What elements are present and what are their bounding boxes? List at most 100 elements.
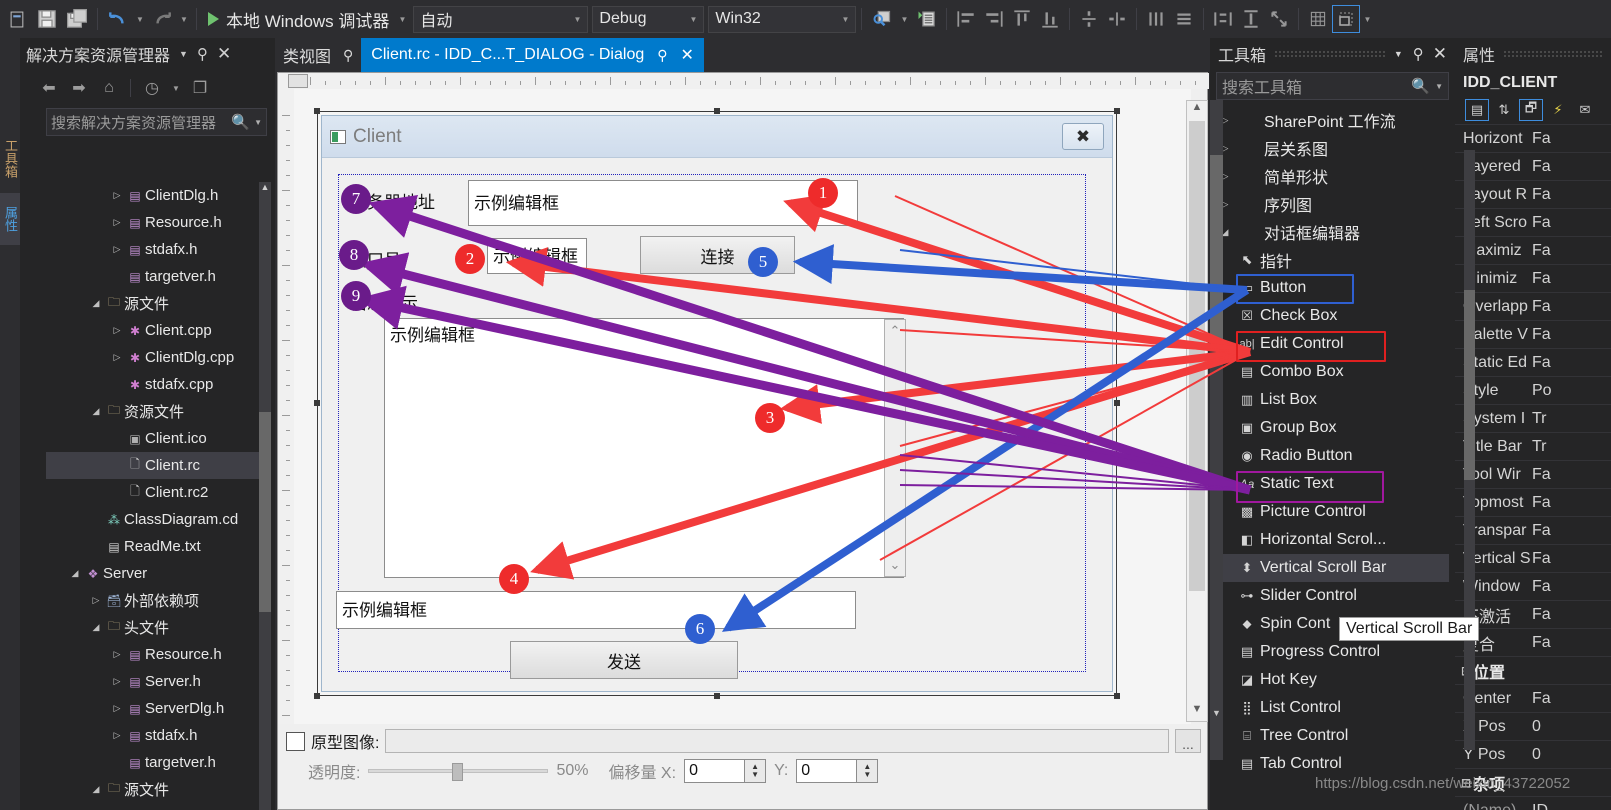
scroll-up-icon[interactable]: ▲ <box>259 182 271 198</box>
property-row[interactable]: Palette VFa <box>1455 320 1611 348</box>
toolbox-item-slider-control[interactable]: ⊶Slider Control <box>1216 582 1449 610</box>
expander-closed-icon[interactable]: ▷ <box>109 703 125 714</box>
spinner-arrows[interactable]: ▲▼ <box>856 759 878 783</box>
expander-open-icon[interactable]: ◢ <box>67 568 83 579</box>
expander-open-icon[interactable]: ◢ <box>88 784 104 795</box>
property-row[interactable]: WindowFa <box>1455 572 1611 600</box>
properties-scrollbar[interactable] <box>1464 150 1475 750</box>
send-button[interactable]: 发送 <box>510 641 738 679</box>
property-row[interactable]: Y Pos0 <box>1455 740 1611 768</box>
search-input[interactable]: 搜索解决方案资源管理器 <box>51 112 231 133</box>
solution-tree-item[interactable]: ◢🗀源文件 <box>46 290 261 317</box>
expander-closed-icon[interactable]: ▷ <box>109 730 125 741</box>
property-row[interactable]: X Pos0 <box>1455 712 1611 740</box>
spinner-arrows[interactable]: ▲▼ <box>744 759 766 783</box>
solution-tree-item[interactable]: ▷▤ServerDlg.h <box>46 695 261 722</box>
align-tops-icon[interactable] <box>1008 5 1036 33</box>
vtab-properties[interactable]: 属性 <box>0 193 20 245</box>
close-icon[interactable]: ✕ <box>217 44 231 64</box>
design-canvas[interactable]: Client ✖ 服务器地址 示例编辑框 端口号 示例编辑框 连接 信息显示 示… <box>294 89 1191 741</box>
center-horizontal-icon[interactable] <box>1075 5 1103 33</box>
find-dropdown-icon[interactable]: ▼ <box>897 5 911 33</box>
property-row[interactable]: OverlappFa <box>1455 292 1611 320</box>
property-row[interactable]: Vertical SFa <box>1455 544 1611 572</box>
solution-tree-item[interactable]: 🗋Client.rc <box>46 452 261 479</box>
property-row[interactable]: Left ScroFa <box>1455 208 1611 236</box>
property-value[interactable]: 0 <box>1532 746 1611 764</box>
spin-down-icon[interactable]: ▼ <box>751 771 759 779</box>
solution-tree-item[interactable]: ▤targetver.h <box>46 749 261 776</box>
solution-tree-item[interactable]: ▷✱Server.cpp <box>46 803 261 810</box>
start-debug-dropdown-icon[interactable]: ▼ <box>395 5 409 33</box>
solution-tree-item[interactable]: ▷▤stdafx.h <box>46 236 261 263</box>
toolbox-item-[interactable]: ▷层关系图 <box>1216 134 1449 162</box>
toolbox-item-[interactable]: ⬉指针 <box>1216 246 1449 274</box>
property-value[interactable]: Fa <box>1532 466 1611 484</box>
drag-grip[interactable] <box>1274 50 1386 58</box>
tab-client-rc-dialog[interactable]: Client.rc - IDD_C...T_DIALOG - Dialog ⚲ … <box>361 38 704 72</box>
resize-handle-n[interactable] <box>714 108 720 114</box>
tab-class-view[interactable]: 类视图 ⚲ <box>275 38 361 72</box>
editor-vertical-scrollbar[interactable]: ▲ ▼ <box>1186 100 1208 722</box>
offset-x-stepper[interactable]: 0 ▲▼ <box>684 759 766 783</box>
solution-tree-item[interactable]: ▣Client.ico <box>46 425 261 452</box>
properties-window-icon[interactable] <box>911 4 941 34</box>
slider-thumb[interactable] <box>452 763 463 781</box>
dialog-close-button[interactable]: ✖ <box>1062 123 1104 150</box>
space-across-icon[interactable] <box>1142 5 1170 33</box>
save-icon[interactable] <box>32 4 62 34</box>
solution-config-combo[interactable]: 自动 ▼ <box>413 6 588 33</box>
toolbox-item-tab-control[interactable]: ▤Tab Control <box>1216 750 1449 778</box>
property-value[interactable]: Fa <box>1532 186 1611 204</box>
property-value[interactable]: ID <box>1532 802 1611 810</box>
scrollbar-thumb[interactable] <box>1210 155 1223 340</box>
search-icon[interactable]: 🔍 <box>1411 77 1430 95</box>
make-same-width-icon[interactable] <box>1209 5 1237 33</box>
property-row[interactable]: MinimizFa <box>1455 264 1611 292</box>
solution-tree-item[interactable]: ◢🗀资源文件 <box>46 398 261 425</box>
toolbox-search[interactable]: 搜索工具箱 🔍 ▼ <box>1216 72 1449 100</box>
solution-tree-item[interactable]: ◢🗀头文件 <box>46 614 261 641</box>
toolbox-item-tree-control[interactable]: ⌸Tree Control <box>1216 722 1449 750</box>
solution-tree-item[interactable]: 🗋Client.rc2 <box>46 479 261 506</box>
property-row[interactable]: CenterFa <box>1455 684 1611 712</box>
home-icon[interactable]: ⌂ <box>96 75 122 101</box>
find-icon[interactable] <box>867 4 897 34</box>
client-dialog-preview[interactable]: Client ✖ 服务器地址 示例编辑框 端口号 示例编辑框 连接 信息显示 示… <box>321 115 1113 692</box>
pin-icon[interactable]: ⚲ <box>197 45 208 63</box>
browse-button[interactable]: ... <box>1175 729 1201 753</box>
toolbox-item-radio-button[interactable]: ◉Radio Button <box>1216 442 1449 470</box>
back-icon[interactable]: ⬅ <box>36 75 62 101</box>
property-row[interactable]: System ITr <box>1455 404 1611 432</box>
toolbox-item-[interactable]: ▷简单形状 <box>1216 162 1449 190</box>
property-value[interactable]: Tr <box>1532 410 1611 428</box>
solution-tree-item[interactable]: ✱stdafx.cpp <box>46 371 261 398</box>
solution-explorer-scrollbar[interactable]: ▲ <box>259 182 271 810</box>
toolbox-item-group-box[interactable]: ▣Group Box <box>1216 414 1449 442</box>
property-row[interactable]: HorizontFa <box>1455 124 1611 152</box>
show-all-files-icon[interactable]: ❐ <box>187 75 213 101</box>
solution-explorer-search[interactable]: 搜索解决方案资源管理器 🔍 ▼ <box>46 108 267 136</box>
property-value[interactable]: Fa <box>1532 578 1611 596</box>
toolbox-item-sharepoint[interactable]: ▷SharePoint 工作流 <box>1216 106 1449 134</box>
property-value[interactable]: Fa <box>1532 494 1611 512</box>
property-value[interactable]: Fa <box>1532 690 1611 708</box>
toolbox-item-horizontal-scrol[interactable]: ◧Horizontal Scrol... <box>1216 526 1449 554</box>
edit-message-display[interactable]: 示例编辑框 <box>384 318 904 578</box>
property-row[interactable]: StylePo <box>1455 376 1611 404</box>
solution-tree-item[interactable]: ◢❖Server <box>46 560 261 587</box>
property-value[interactable]: Fa <box>1532 606 1611 624</box>
property-row[interactable]: (Name)ID <box>1455 796 1611 810</box>
toggle-grid-icon[interactable] <box>1304 5 1332 33</box>
events-icon[interactable]: ⚡ <box>1546 99 1570 121</box>
start-debug-button[interactable]: 本地 Windows 调试器 <box>202 4 395 34</box>
property-row[interactable]: TopmostFa <box>1455 488 1611 516</box>
scrollbar-thumb[interactable] <box>259 412 271 612</box>
scroll-down-icon[interactable]: ▼ <box>1210 708 1223 718</box>
drag-grip[interactable] <box>1503 50 1603 58</box>
resize-handle-e[interactable] <box>1114 400 1120 406</box>
toolbox-item-vertical-scroll-bar[interactable]: ⬍Vertical Scroll Bar <box>1216 554 1449 582</box>
chevron-down-icon[interactable]: ▼ <box>254 118 262 127</box>
pin-icon[interactable]: ⚲ <box>343 47 353 64</box>
property-value[interactable]: Tr <box>1532 438 1611 456</box>
